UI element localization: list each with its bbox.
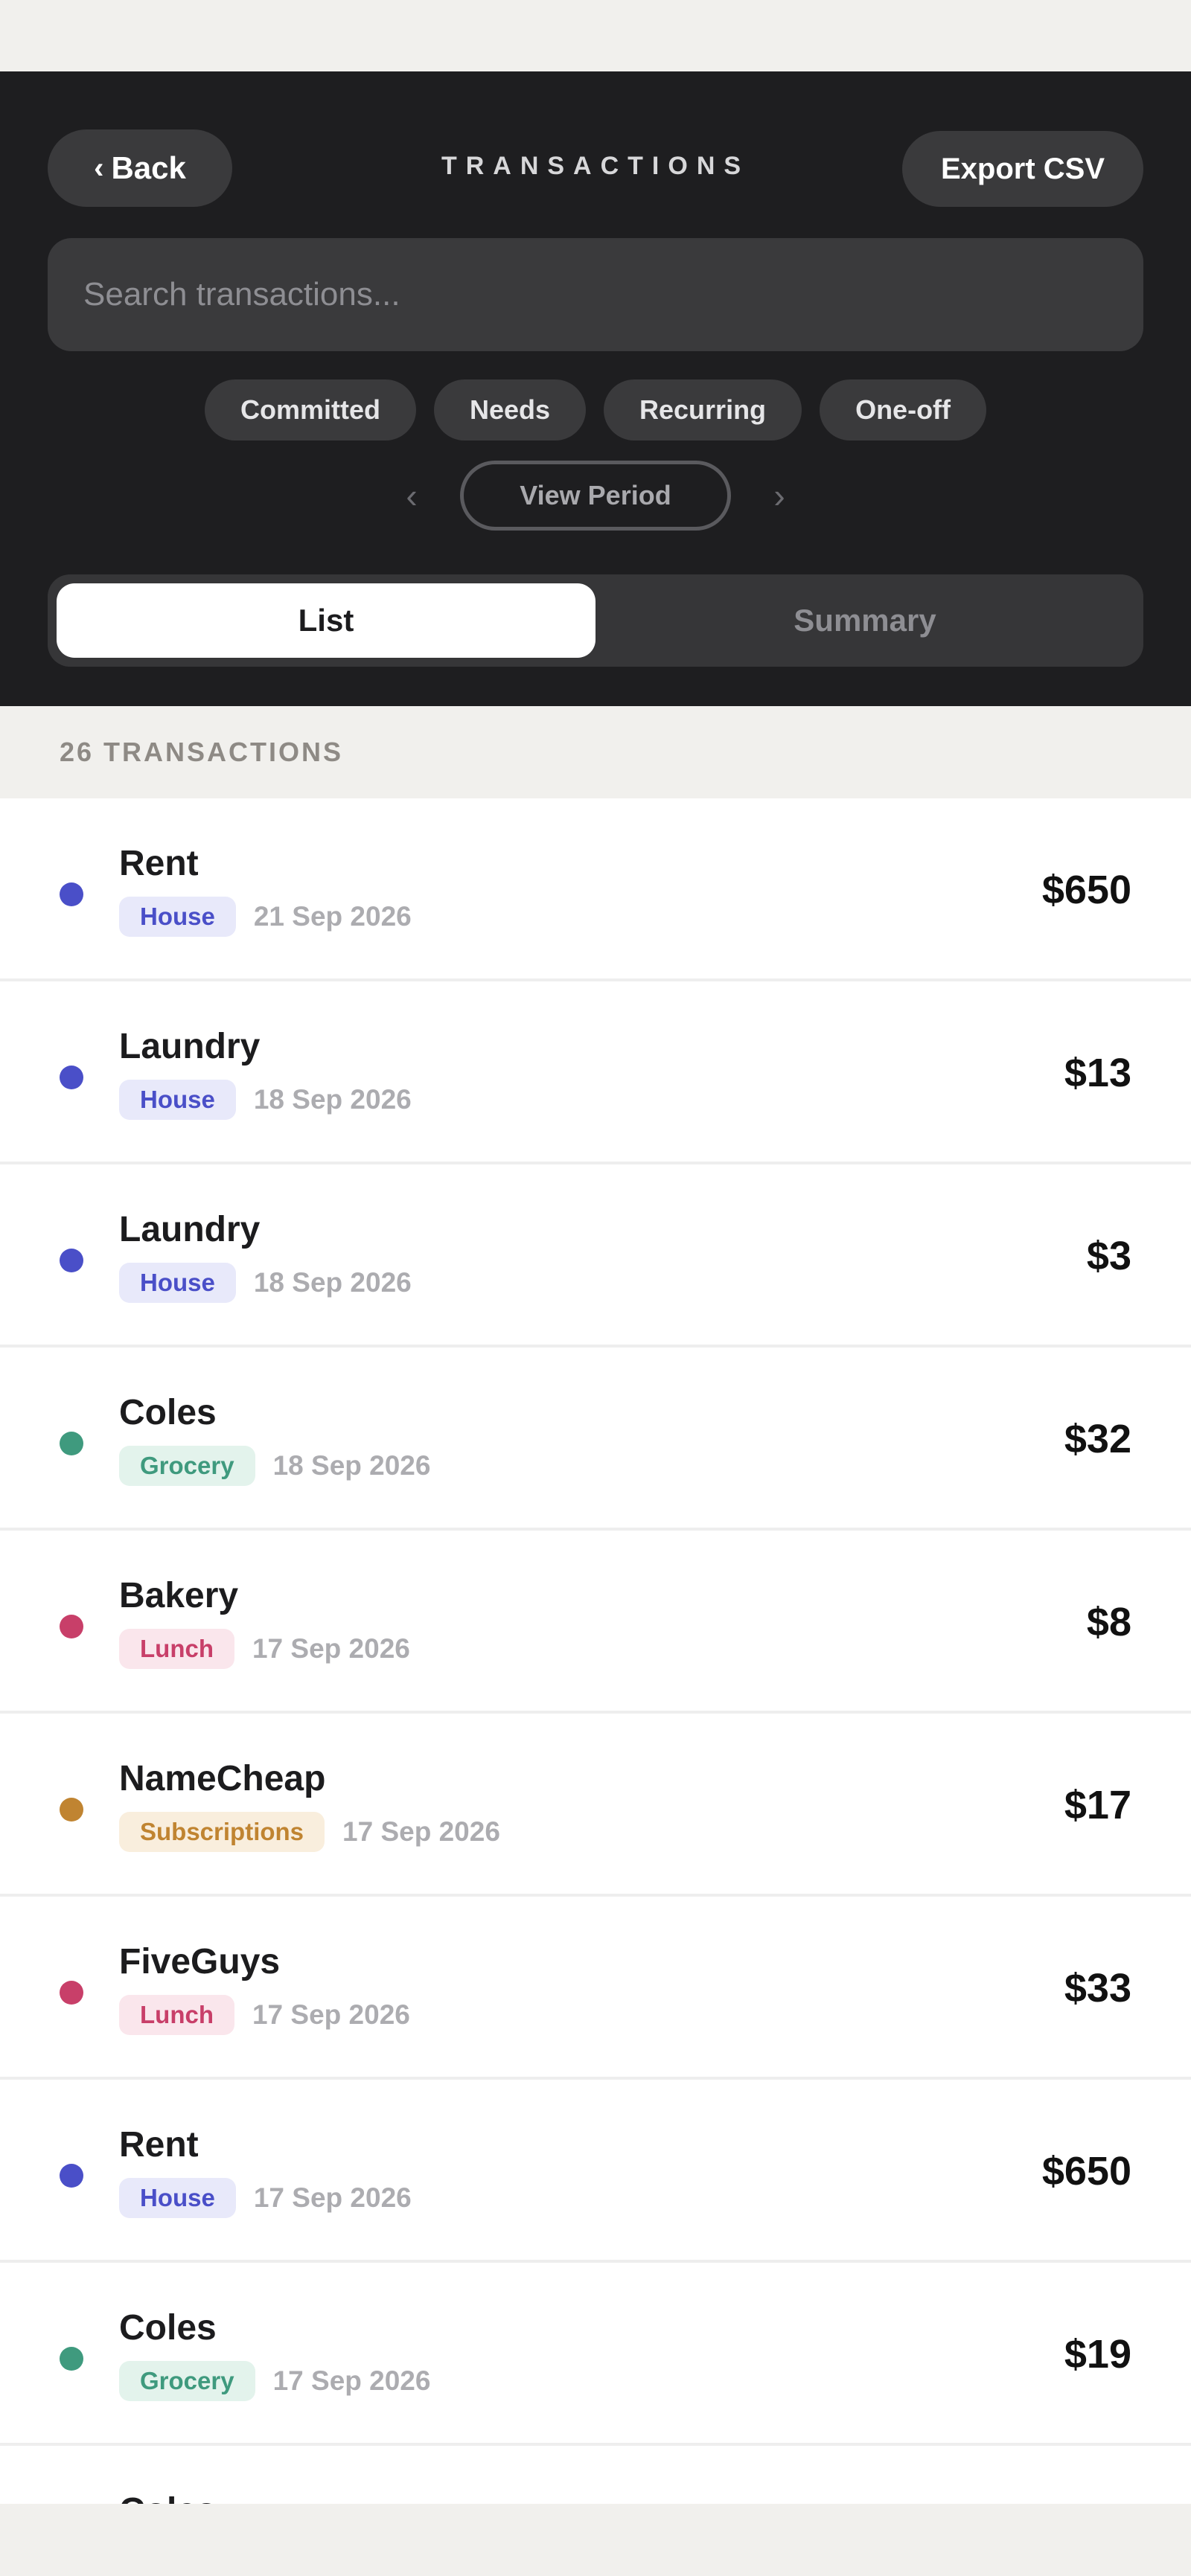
transaction-amount: $650 [1041,868,1131,912]
tab-list[interactable]: List [57,583,596,658]
transaction-amount: $13 [1064,1051,1131,1095]
category-dot-icon [60,1798,83,1822]
previous-period-chevron-icon[interactable]: ‹ [400,475,423,516]
transaction-date: 17 Sep 2026 [253,2182,412,2213]
view-period-button[interactable]: View Period [460,461,731,531]
transactions-header: ‹ Back TRANSACTIONS Export CSV Committed… [0,71,1191,706]
transaction-date: 18 Sep 2026 [253,1267,412,1298]
transaction-row[interactable]: Coles Grocery 17 Sep 2026 $19 [0,2263,1191,2446]
category-tag: Subscriptions [119,1812,325,1852]
transaction-name: Laundry [119,1027,261,1066]
category-tag: House [119,1080,236,1120]
category-dot-icon [60,2164,83,2188]
bottom-safe-area [0,2504,1191,2576]
transaction-meta: Lunch 17 Sep 2026 [119,1629,410,1669]
category-dot-icon [60,1615,83,1638]
transaction-name: Rent [119,2125,199,2165]
transaction-row[interactable]: FiveGuys Lunch 17 Sep 2026 $33 [0,1897,1191,2080]
next-period-chevron-icon[interactable]: › [768,475,791,516]
transaction-date: 18 Sep 2026 [253,1084,412,1115]
category-dot-icon [60,882,83,906]
transaction-meta: House 17 Sep 2026 [119,2178,412,2218]
filter-chip-committed[interactable]: Committed [204,379,416,440]
transaction-list: Rent House 21 Sep 2026 $650 Laundry House 18 S… [0,798,1191,2504]
transaction-date: 18 Sep 2026 [272,1450,431,1481]
transaction-row[interactable]: Bakery Lunch 17 Sep 2026 $8 [0,1531,1191,1714]
transaction-name: Laundry [119,1210,261,1249]
transaction-row[interactable]: Laundry House 18 Sep 2026 $3 [0,1164,1191,1348]
transaction-row[interactable]: Rent House 17 Sep 2026 $650 [0,2080,1191,2263]
transaction-name: Coles [119,2308,217,2348]
period-selector: ‹ View Period › [0,460,1191,531]
transaction-meta: House 21 Sep 2026 [119,897,412,937]
tab-summary[interactable]: Summary [596,583,1134,658]
filter-chip-recurring[interactable]: Recurring [604,379,802,440]
category-dot-icon [60,1981,83,2005]
category-tag: Grocery [119,2361,255,2401]
transaction-meta: House 18 Sep 2026 [119,1080,412,1120]
transaction-meta: Subscriptions 17 Sep 2026 [119,1812,500,1852]
filter-chip-one-off[interactable]: One-off [820,379,987,440]
category-dot-icon [60,1249,83,1272]
transaction-name: Coles [119,2490,217,2504]
category-dot-icon [60,2347,83,2371]
transaction-date: 21 Sep 2026 [253,901,412,932]
transaction-date: 17 Sep 2026 [272,2365,431,2396]
category-tag: House [119,2178,236,2218]
transaction-amount: $33 [1064,1966,1131,2011]
transaction-meta: Grocery 18 Sep 2026 [119,1446,430,1486]
category-tag: Lunch [119,1629,234,1669]
transaction-amount: $8 [1086,1600,1131,1644]
filter-chip-needs[interactable]: Needs [433,379,587,440]
transaction-date: 17 Sep 2026 [252,1633,410,1664]
transaction-name: NameCheap [119,1759,326,1798]
transaction-date: 17 Sep 2026 [252,1999,410,2030]
transaction-meta: House 18 Sep 2026 [119,1263,412,1303]
category-tag: Grocery [119,1446,255,1486]
transaction-row[interactable]: Rent House 21 Sep 2026 $650 [0,798,1191,981]
transaction-amount: $19 [1064,2332,1131,2377]
transaction-amount: $650 [1041,2149,1131,2194]
category-tag: Lunch [119,1995,234,2035]
transaction-row[interactable]: NameCheap Subscriptions 17 Sep 2026 $17 [0,1714,1191,1897]
transaction-row[interactable]: Laundry House 18 Sep 2026 $13 [0,981,1191,1164]
transaction-meta: Lunch 17 Sep 2026 [119,1995,410,2035]
category-tag: House [119,1263,236,1303]
transaction-name: Coles [119,1393,217,1432]
transaction-amount: $17 [1064,1783,1131,1827]
transaction-name: Bakery [119,1576,239,1615]
search-input[interactable] [48,238,1143,351]
transaction-name: FiveGuys [119,1942,281,1981]
top-safe-area [0,0,1191,71]
transaction-amount: $3 [1086,1234,1131,1278]
transaction-name: Rent [119,844,199,883]
filter-chips: Committed Needs Recurring One-off [0,379,1191,440]
view-toggle: List Summary [48,574,1143,667]
export-csv-button[interactable]: Export CSV [902,131,1143,207]
transaction-date: 17 Sep 2026 [342,1816,500,1847]
transaction-row[interactable]: Coles [0,2446,1191,2504]
category-dot-icon [60,1066,83,1089]
category-tag: House [119,897,236,937]
transaction-count: 26 TRANSACTIONS [0,706,1191,798]
transaction-amount: $32 [1064,1417,1131,1461]
transaction-row[interactable]: Coles Grocery 18 Sep 2026 $32 [0,1348,1191,1531]
transaction-meta: Grocery 17 Sep 2026 [119,2361,430,2401]
category-dot-icon [60,1432,83,1455]
